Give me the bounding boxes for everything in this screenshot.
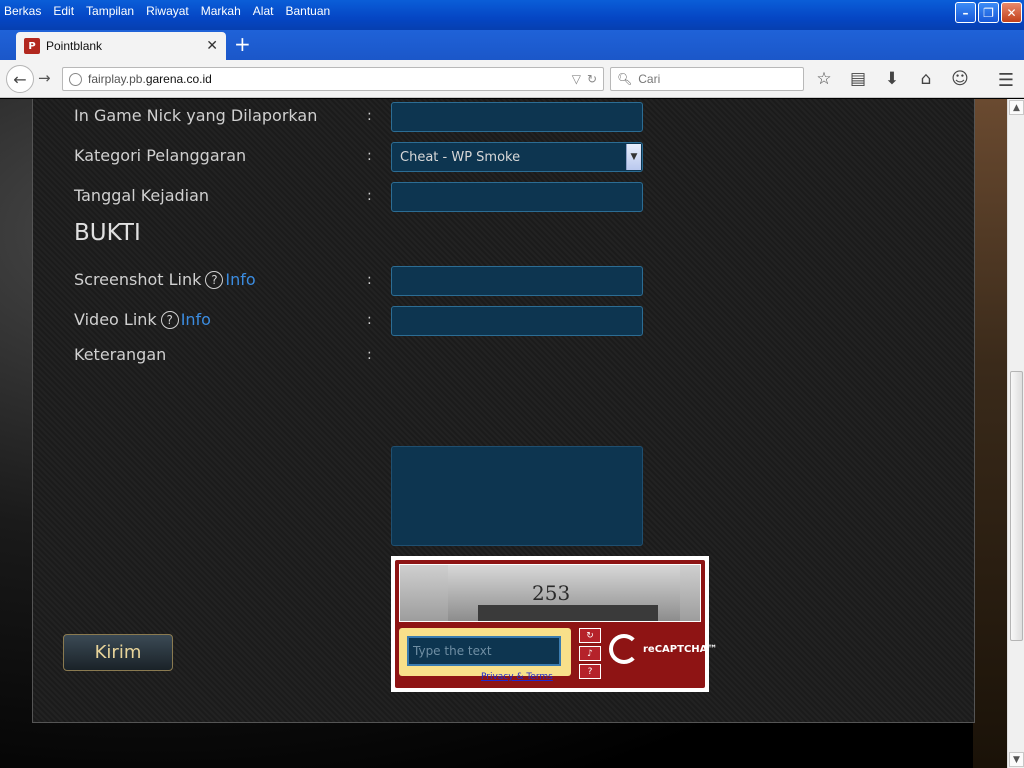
colon: :	[367, 148, 372, 164]
reading-list-icon[interactable]: ▤	[848, 69, 868, 89]
url-text[interactable]: fairplay.pb.garena.co.id	[88, 72, 566, 86]
captcha-image: 253	[399, 564, 701, 622]
video-info-link[interactable]: Info	[181, 310, 211, 329]
arrow-left-icon: ←	[13, 69, 27, 89]
menu-tampilan[interactable]: Tampilan	[86, 4, 134, 18]
smiley-icon[interactable]: ☺	[950, 69, 970, 89]
date-input[interactable]	[391, 182, 643, 212]
back-button[interactable]: ←	[6, 65, 34, 93]
menu-alat[interactable]: Alat	[253, 4, 274, 18]
reload-icon[interactable]: ↻	[587, 72, 597, 86]
colon: :	[367, 272, 372, 288]
submit-button[interactable]: Kirim	[63, 634, 173, 671]
chevron-down-icon[interactable]: ▼	[626, 144, 641, 170]
help-icon[interactable]: ?	[205, 271, 224, 289]
search-input[interactable]: Cari	[638, 72, 660, 86]
search-icon: 🔍︎	[617, 72, 633, 86]
colon: :	[367, 108, 372, 124]
colon: :	[367, 312, 372, 328]
help-icon[interactable]: ?	[579, 664, 601, 679]
background-art	[973, 99, 1007, 768]
recaptcha-logo: reCAPTCHA™	[609, 634, 717, 664]
minimize-button[interactable]: –	[955, 2, 976, 23]
dropdown-arrow-icon[interactable]: ▽	[572, 72, 581, 86]
download-icon[interactable]: ⬇	[882, 69, 902, 89]
menu-bar: Berkas Edit Tampilan Riwayat Markah Alat…	[0, 0, 342, 22]
recaptcha-widget: 253 Type the text Privacy & Terms ↻ ♪ ? …	[391, 556, 717, 692]
scroll-thumb[interactable]	[1010, 371, 1023, 641]
screenshot-label-row: Screenshot Link? Info	[74, 270, 256, 289]
nick-input[interactable]	[391, 102, 643, 132]
hamburger-menu-icon[interactable]: ☰	[998, 70, 1014, 91]
screenshot-label: Screenshot Link	[74, 270, 202, 289]
vertical-scrollbar[interactable]: ▲ ▼	[1007, 99, 1024, 768]
date-label: Tanggal Kejadian	[74, 186, 210, 205]
report-form-panel: In Game Nick yang Dilaporkan : Kategori …	[32, 99, 975, 723]
menu-edit[interactable]: Edit	[53, 4, 74, 18]
scroll-down-icon[interactable]: ▼	[1009, 752, 1024, 767]
bookmark-star-icon[interactable]: ☆	[814, 69, 834, 89]
video-label: Video Link	[74, 310, 157, 329]
colon: :	[367, 347, 372, 363]
help-icon[interactable]: ?	[160, 311, 179, 329]
captcha-number: 253	[532, 581, 571, 605]
tab-title: Pointblank	[46, 39, 103, 53]
category-select[interactable]: Cheat - WP Smoke ▼	[391, 142, 643, 172]
menu-markah[interactable]: Markah	[201, 4, 241, 18]
arrow-right-icon: →	[38, 69, 51, 87]
tab-pointblank[interactable]: P Pointblank ✕	[16, 32, 226, 60]
notes-textarea[interactable]	[391, 446, 643, 546]
menu-berkas[interactable]: Berkas	[4, 4, 41, 18]
maximize-button[interactable]: ❐	[978, 2, 999, 23]
menu-riwayat[interactable]: Riwayat	[146, 4, 189, 18]
video-link-input[interactable]	[391, 306, 643, 336]
video-label-row: Video Link? Info	[74, 310, 211, 329]
globe-icon	[69, 72, 82, 86]
notes-label: Keterangan	[74, 345, 167, 364]
new-tab-button[interactable]: +	[234, 34, 251, 54]
screenshot-link-input[interactable]	[391, 266, 643, 296]
audio-icon[interactable]: ♪	[579, 646, 601, 661]
privacy-terms-link[interactable]: Privacy & Terms	[481, 672, 553, 682]
nick-label: In Game Nick yang Dilaporkan	[74, 106, 318, 125]
tab-close-icon[interactable]: ✕	[206, 38, 218, 54]
pointblank-favicon-icon: P	[24, 38, 40, 54]
category-value: Cheat - WP Smoke	[400, 149, 521, 165]
tab-strip: P Pointblank ✕	[0, 30, 1024, 60]
refresh-icon[interactable]: ↻	[579, 628, 601, 643]
window-titlebar: Berkas Edit Tampilan Riwayat Markah Alat…	[0, 0, 1024, 30]
navigation-bar: ← → fairplay.pb.garena.co.id ▽ ↻ 🔍︎ Cari…	[0, 60, 1024, 98]
screenshot-info-link[interactable]: Info	[225, 270, 255, 289]
url-bar[interactable]: fairplay.pb.garena.co.id ▽ ↻	[62, 67, 604, 91]
page-content: In Game Nick yang Dilaporkan : Kategori …	[0, 99, 1007, 768]
recaptcha-ring-icon	[609, 634, 639, 664]
section-title-bukti: BUKTI	[74, 220, 141, 246]
colon: :	[367, 188, 372, 204]
menu-bantuan[interactable]: Bantuan	[285, 4, 330, 18]
search-bar[interactable]: 🔍︎ Cari	[610, 67, 804, 91]
forward-button[interactable]: →	[38, 69, 51, 87]
close-window-button[interactable]: ✕	[1001, 2, 1022, 23]
captcha-input[interactable]: Type the text	[407, 636, 561, 666]
category-label: Kategori Pelanggaran	[74, 146, 247, 165]
home-icon[interactable]: ⌂	[916, 69, 936, 89]
scroll-up-icon[interactable]: ▲	[1009, 100, 1024, 115]
